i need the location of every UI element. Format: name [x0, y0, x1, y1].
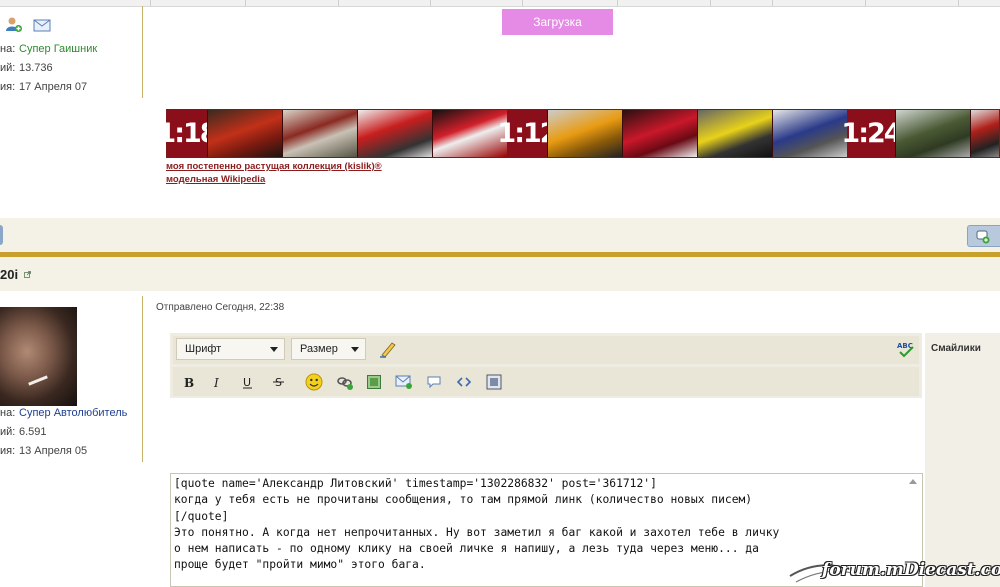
column-divider — [142, 6, 143, 98]
insert-link-button[interactable] — [334, 371, 356, 393]
chevron-down-icon — [270, 347, 278, 352]
font-select-label: Шрифт — [185, 343, 222, 355]
post-posts-label: ий: — [0, 426, 16, 438]
insert-media-button[interactable] — [483, 371, 505, 393]
post-author-bar — [0, 257, 1000, 291]
car-photo — [357, 110, 432, 157]
insert-email-button[interactable] — [393, 371, 415, 393]
profile-posts-value: 13.736 — [19, 62, 53, 74]
svg-text:B: B — [184, 376, 194, 389]
strikethrough-icon: S — [273, 376, 284, 389]
signature-banner[interactable]: 1:18 1:12 1:24 — [157, 109, 1000, 158]
remove-format-icon[interactable] — [377, 339, 399, 359]
size-select-label: Размер — [300, 343, 338, 355]
text-line: когда у тебя есть не прочитаны сообщения… — [174, 493, 753, 507]
post-author-name[interactable]: 20i — [0, 267, 18, 282]
underline-button[interactable]: U — [237, 371, 259, 393]
post-rank-value: Супер Автолюбитель — [19, 407, 128, 419]
car-photo — [622, 110, 697, 157]
scroll-up-icon[interactable] — [909, 479, 917, 484]
image-icon — [367, 375, 381, 389]
scale-label-1-24: 1:24 — [841, 110, 903, 157]
column-divider — [142, 296, 143, 462]
italic-button[interactable]: I — [206, 371, 228, 393]
spellcheck-icon[interactable]: ABC — [895, 339, 917, 359]
avatar — [0, 307, 77, 406]
smilies-label: Смайлики — [931, 343, 981, 354]
watermark: forum.mDiecast.com — [786, 556, 1000, 587]
link-icon — [337, 377, 353, 390]
bold-button[interactable]: B — [177, 371, 199, 393]
text-line: [quote name='Александр Литовский' timest… — [174, 477, 657, 490]
message-icon[interactable] — [33, 17, 51, 33]
load-button[interactable]: Загрузка — [502, 9, 613, 35]
text-line: [/quote] — [174, 509, 229, 523]
car-photo — [970, 110, 999, 157]
reply-icon — [976, 230, 990, 244]
code-icon — [456, 377, 472, 387]
svg-text:I: I — [213, 376, 219, 389]
smiley-icon — [305, 373, 323, 391]
profile-reg-label: ия: — [0, 81, 16, 93]
car-photo — [207, 110, 282, 157]
profile-rank-label: на: — [0, 43, 16, 55]
post-separator — [0, 218, 1000, 252]
post-reg-value: 13 Апреля 05 — [19, 445, 88, 457]
post-timestamp: Отправлено Сегодня, 22:38 — [156, 302, 285, 313]
profile-posts-label: ий: — [0, 62, 16, 74]
car-photo — [697, 110, 772, 157]
avatar-detail — [28, 375, 48, 386]
smilies-panel — [925, 333, 1000, 587]
left-button-edge[interactable] — [0, 225, 3, 245]
car-photo — [432, 110, 507, 157]
car-photo — [547, 110, 622, 157]
email-icon — [395, 375, 412, 389]
underline-icon: U — [243, 376, 252, 389]
reply-button[interactable] — [967, 225, 1000, 247]
add-friend-icon[interactable] — [5, 16, 23, 34]
profile-reg-value: 17 Апреля 07 — [19, 81, 88, 93]
wikipedia-link[interactable]: модельная Wikipedia — [166, 174, 265, 185]
strikethrough-button[interactable]: S — [268, 371, 290, 393]
svg-text:U: U — [243, 376, 251, 389]
insert-code-button[interactable] — [453, 371, 475, 393]
chevron-down-icon — [351, 347, 359, 352]
post-posts-value: 6.591 — [19, 426, 47, 438]
media-icon — [486, 374, 502, 390]
scale-label-1-12: 1:12 — [497, 110, 559, 157]
watermark-text: forum.mDiecast.com — [822, 560, 1000, 580]
collection-link[interactable]: моя постепенно растущая коллекция (kisli… — [166, 161, 382, 172]
car-photo — [282, 110, 357, 157]
car-photo — [772, 110, 847, 157]
scale-label-1-18: 1:18 — [157, 110, 219, 157]
font-select[interactable]: Шрифт — [176, 338, 285, 360]
text-line: Это понятно. А когда нет непрочитанных. … — [174, 525, 780, 539]
profile-rank-value: Супер Гаишник — [19, 43, 98, 55]
car-photo — [895, 110, 970, 157]
post-reg-label: ия: — [0, 445, 16, 457]
emoticon-button[interactable] — [303, 371, 325, 393]
top-tab-strip — [0, 0, 1000, 7]
bold-icon: B — [184, 376, 194, 389]
insert-quote-button[interactable] — [423, 371, 445, 393]
italic-icon: I — [213, 376, 219, 389]
external-link-icon[interactable] — [24, 269, 31, 278]
quote-icon — [427, 376, 441, 389]
insert-image-button[interactable] — [363, 371, 385, 393]
size-select[interactable]: Размер — [291, 338, 366, 360]
post-rank-label: на: — [0, 407, 16, 419]
